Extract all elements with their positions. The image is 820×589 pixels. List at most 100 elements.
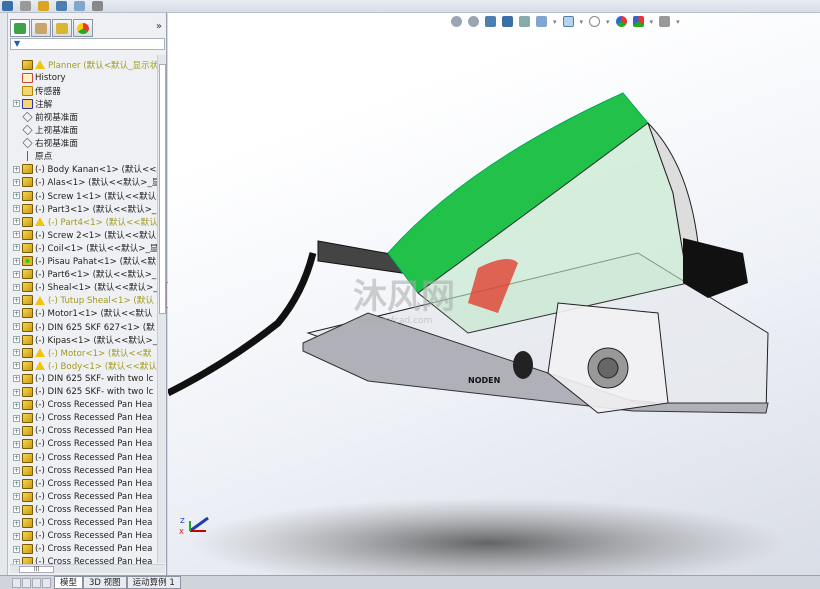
expand-toggle[interactable]: +: [13, 165, 20, 173]
tree-item[interactable]: Planner (默认<默认_显示状态: [8, 58, 157, 71]
bottom-tab[interactable]: 模型: [54, 576, 84, 589]
expand-toggle[interactable]: +: [13, 545, 20, 553]
expand-toggle[interactable]: +: [13, 178, 20, 186]
expand-toggle[interactable]: +: [13, 401, 20, 409]
expand-toggle[interactable]: +: [13, 296, 20, 304]
section-view-icon[interactable]: [502, 16, 513, 27]
expand-toggle[interactable]: +: [13, 362, 20, 370]
display-style-icon[interactable]: [562, 16, 574, 27]
tree-item[interactable]: + (-) Motor<1> (默认<<默: [8, 346, 157, 359]
tree-item[interactable]: 上视基准面: [8, 124, 157, 137]
view-settings-icon[interactable]: [659, 16, 671, 27]
zoom-to-area-icon[interactable]: [468, 16, 479, 27]
tree-item[interactable]: + (-) Screw 2<1> (默认<<默认: [8, 228, 157, 241]
tree-item[interactable]: + (-) Kipas<1> (默认<<默认>_: [8, 333, 157, 346]
expand-toggle[interactable]: +: [13, 231, 20, 239]
scroll-thumb[interactable]: |||: [19, 566, 54, 573]
tree-item[interactable]: 原点: [8, 150, 157, 163]
tree-filter[interactable]: ▼: [10, 38, 165, 50]
tree-item[interactable]: + (-) Part3<1> (默认<<默认>_: [8, 202, 157, 215]
expand-toggle[interactable]: +: [13, 270, 20, 278]
hide-show-items-icon[interactable]: [589, 16, 601, 27]
tree-item[interactable]: + (-) Cross Recessed Pan Hea: [8, 425, 157, 438]
edit-appearance-icon[interactable]: [615, 16, 627, 27]
tree-item[interactable]: + (-) Body<1> (默认<<默认: [8, 359, 157, 372]
tree-item[interactable]: + (-) Cross Recessed Pan Hea: [8, 517, 157, 530]
tree-item[interactable]: 前视基准面: [8, 110, 157, 123]
tree-item[interactable]: + (-) Cross Recessed Pan Hea: [8, 556, 157, 564]
display-style-icon[interactable]: [56, 1, 67, 11]
expand-toggle[interactable]: +: [13, 414, 20, 422]
tree-item[interactable]: + (-) Cross Recessed Pan Hea: [8, 530, 157, 543]
previous-view-icon[interactable]: [485, 16, 496, 27]
hide-show-icon[interactable]: [20, 1, 31, 11]
planer-model[interactable]: NODEN 沐风网 www.mfcad.com Z X: [168, 13, 820, 575]
expand-toggle[interactable]: +: [13, 454, 20, 461]
expand-toggle[interactable]: +: [13, 440, 20, 448]
bottom-tab[interactable]: 3D 视图: [83, 576, 127, 589]
tree-item[interactable]: + (-) Coil<1> (默认<<默认>_显: [8, 241, 157, 254]
tree-item[interactable]: + 注解: [8, 97, 157, 110]
expand-toggle[interactable]: +: [13, 192, 20, 199]
tree-item[interactable]: + (-) Cross Recessed Pan Hea: [8, 464, 157, 477]
tree-item[interactable]: + (-) Screw 1<1> (默认<<默认: [8, 189, 157, 202]
expand-toggle[interactable]: +: [13, 218, 20, 226]
tree-item[interactable]: + (-) Body Kanan<1> (默认<<默: [8, 163, 157, 176]
tab-display-manager[interactable]: [73, 19, 93, 37]
tab-configuration-manager[interactable]: [52, 19, 72, 37]
first-tab-button[interactable]: [12, 577, 21, 588]
tree-item[interactable]: + (-) Cross Recessed Pan Hea: [8, 438, 157, 451]
expand-toggle[interactable]: +: [13, 493, 20, 501]
tree-item[interactable]: + (-) Part6<1> (默认<<默认>_: [8, 268, 157, 281]
tree-item[interactable]: + (-) Cross Recessed Pan Hea: [8, 543, 157, 556]
tree-item[interactable]: + (-) Cross Recessed Pan Hea: [8, 477, 157, 490]
prev-tab-button[interactable]: [22, 577, 31, 588]
tree-item[interactable]: + (-) Pisau Pahat<1> (默认<默: [8, 255, 157, 268]
next-tab-button[interactable]: [32, 577, 41, 588]
dynamic-annotation-icon[interactable]: [519, 16, 530, 27]
appearance-icon[interactable]: [74, 1, 85, 11]
tree-item[interactable]: + (-) Alas<1> (默认<<默认>_显: [8, 176, 157, 189]
expand-toggle[interactable]: +: [13, 388, 20, 396]
tree-horizontal-scrollbar[interactable]: |||: [10, 564, 165, 573]
view-orientation-icon[interactable]: [2, 1, 13, 11]
tree-item[interactable]: 右视基准面: [8, 137, 157, 150]
expand-toggle[interactable]: +: [13, 467, 20, 475]
tab-feature-manager[interactable]: [10, 19, 30, 37]
expand-toggle[interactable]: +: [13, 375, 20, 383]
tree-item[interactable]: + (-) Cross Recessed Pan Hea: [8, 412, 157, 425]
expand-toggle[interactable]: +: [13, 309, 20, 317]
expand-toggle[interactable]: +: [13, 532, 20, 540]
expand-toggle[interactable]: +: [13, 257, 20, 265]
expand-toggle[interactable]: +: [13, 336, 20, 344]
expand-toggle[interactable]: +: [13, 205, 20, 213]
tree-vertical-scrollbar[interactable]: [157, 55, 166, 563]
tab-property-manager[interactable]: [31, 19, 51, 37]
expand-toggle[interactable]: +: [13, 506, 20, 514]
tree-item[interactable]: + (-) Cross Recessed Pan Hea: [8, 503, 157, 516]
expand-toggle[interactable]: +: [13, 323, 20, 330]
section-view-icon[interactable]: [38, 1, 49, 11]
tree-item[interactable]: + (-) Cross Recessed Pan Hea: [8, 451, 157, 464]
expand-toggle[interactable]: +: [13, 427, 20, 435]
expand-toggle[interactable]: +: [13, 349, 20, 357]
apply-scene-icon[interactable]: [632, 16, 644, 27]
tree-item[interactable]: + (-) DIN 625 SKF 627<1> (默: [8, 320, 157, 333]
zoom-to-fit-icon[interactable]: [451, 16, 462, 27]
expand-toggle[interactable]: +: [13, 100, 20, 108]
scene-icon[interactable]: [92, 1, 103, 11]
tree-item[interactable]: + (-) Motor1<1> (默认<<默认: [8, 307, 157, 320]
graphics-viewport[interactable]: ▾ ▾ ▾ ▾ ▾ NODEN 沐风网 www.mfcad.com Z X: [168, 13, 820, 575]
tree-item[interactable]: + (-) Cross Recessed Pan Hea: [8, 399, 157, 412]
tree-item[interactable]: + (-) Tutup Sheal<1> (默认: [8, 294, 157, 307]
tree-item[interactable]: + (-) DIN 625 SKF- with two lc: [8, 372, 157, 385]
tree-item[interactable]: + (-) Cross Recessed Pan Hea: [8, 490, 157, 503]
tree-item[interactable]: + (-) DIN 625 SKF- with two lc: [8, 386, 157, 399]
expand-toggle[interactable]: +: [13, 519, 20, 527]
expand-tabs-button[interactable]: »: [156, 21, 162, 32]
bottom-tab[interactable]: 运动算例 1: [126, 576, 181, 589]
tree-item[interactable]: 传感器: [8, 84, 157, 97]
expand-toggle[interactable]: +: [13, 283, 20, 291]
last-tab-button[interactable]: [42, 577, 51, 588]
tree-item[interactable]: + (-) Part4<1> (默认<<默认: [8, 215, 157, 228]
